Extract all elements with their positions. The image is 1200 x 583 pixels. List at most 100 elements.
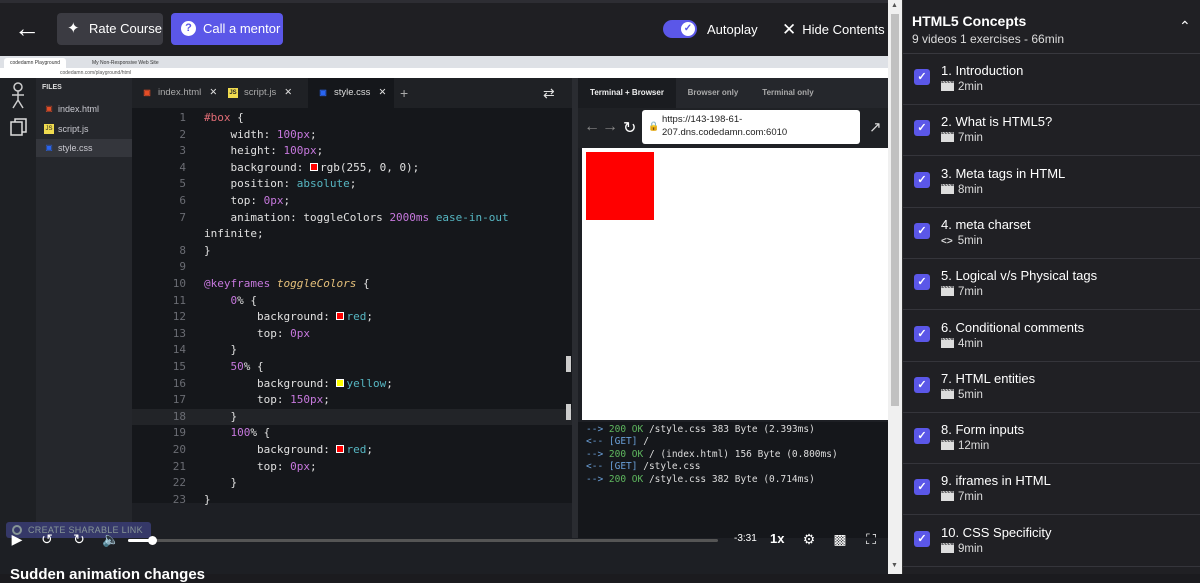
file-item-script-js[interactable]: JS script.js [36,120,132,138]
code-line[interactable]: 1 #box { [132,110,572,127]
volume-icon[interactable]: 🔈 [100,528,122,550]
code-editor[interactable]: 1 #box {2 width: 100px; 3 height: 100px; 4 … [132,108,572,506]
scroll-down-icon[interactable]: ▼ [891,562,898,569]
call-mentor-button[interactable]: ? Call a mentor [171,13,283,45]
files-icon[interactable] [10,118,28,136]
seek-thumb[interactable] [147,536,157,545]
forward-arrow-icon[interactable]: → [602,118,618,136]
code-line[interactable]: 6 top: 0px; [132,193,572,210]
file-item-style-css[interactable]: ▣ style.css [36,139,132,157]
tab-label: index.html [158,87,202,98]
code-line[interactable]: 10 @keyframes toggleColors { [132,276,572,293]
playback-speed-button[interactable]: 1x [770,531,784,546]
lesson-title: 10. CSS Specificity [941,524,1052,540]
code-line[interactable]: 4 background: rgb(255, 0, 0); [132,160,572,177]
code-text: infinite; [204,227,264,241]
lesson-item[interactable]: ✓ 7. HTML entities 5min [903,362,1200,413]
tab-script-js[interactable]: JS script.js ✕ [218,78,308,108]
picture-in-picture-icon[interactable]: ▩ [829,528,851,550]
completed-checkbox[interactable]: ✓ [914,222,930,239]
lesson-title: 6. Conditional comments [941,319,1085,335]
code-line[interactable]: 9 [132,259,572,276]
completed-checkbox[interactable]: ✓ [914,428,930,445]
open-external-icon[interactable]: ↗ [869,118,882,136]
code-line[interactable]: 16 background: yellow; [132,376,572,393]
code-line[interactable]: 20 background: red; [132,442,572,459]
browser-preview[interactable] [582,148,888,420]
code-line[interactable]: 15 50% { [132,359,572,376]
settings-icon[interactable]: ⚙ [798,528,820,550]
code-line[interactable]: 14 } [132,342,572,359]
code-text: top: 0px; [204,459,317,473]
video-frame[interactable]: codedamn Playground My Non-Responsive We… [0,56,888,574]
completed-checkbox[interactable]: ✓ [914,120,930,137]
code-line[interactable]: 13 top: 0px [132,326,572,343]
completed-checkbox[interactable]: ✓ [914,171,930,188]
code-text: background: red; [204,310,373,324]
back-arrow-icon[interactable]: ← [12,13,42,43]
lesson-item[interactable]: ✓ 4. meta charset <> 5min [903,208,1200,259]
close-icon[interactable]: ✕ [284,87,292,98]
code-line[interactable]: 18 } [132,408,572,426]
code-line[interactable]: 19 100% { [132,425,572,442]
seek-bar[interactable] [128,536,718,545]
code-text: animation: toggleColors 2000ms ease-in-o… [204,210,509,224]
lesson-item[interactable]: ✓ 9. iframes in HTML 7min [903,464,1200,516]
file-item-index-html[interactable]: ▣ index.html [36,100,132,118]
tab-terminal-browser[interactable]: Terminal + Browser [578,78,676,108]
code-line[interactable]: 2 width: 100px; [132,127,572,144]
hide-contents-button[interactable]: ✕ Hide Contents [782,16,885,44]
tab-browser-only[interactable]: Browser only [676,78,750,108]
new-tab-icon[interactable]: + [394,78,420,108]
chevron-up-icon[interactable]: ⌃ [1179,18,1191,35]
completed-checkbox[interactable]: ✓ [914,325,930,342]
fullscreen-icon[interactable]: ⛶ [860,528,882,550]
code-line[interactable]: 21 top: 0px; [132,459,572,476]
scroll-up-icon[interactable]: ▲ [891,2,898,9]
tab-style-css[interactable]: ▣ style.css ✕ [308,78,394,108]
completed-checkbox[interactable]: ✓ [914,376,930,393]
code-text: } [204,492,211,506]
code-line[interactable]: 11 0% { [132,293,572,310]
code-line[interactable]: 23} [132,492,572,509]
completed-checkbox[interactable]: ✓ [914,274,930,291]
code-line[interactable]: 17 top: 150px; [132,392,572,409]
lesson-item[interactable]: ✓ 3. Meta tags in HTML 8min [903,157,1200,208]
code-line[interactable]: infinite; [132,226,572,243]
completed-checkbox[interactable]: ✓ [914,69,930,85]
code-line[interactable]: 7 animation: toggleColors 2000ms ease-in… [132,210,572,227]
rewind-icon[interactable]: ↺ [36,528,58,550]
wrap-lines-icon[interactable]: ⇄ [537,78,567,108]
lesson-item[interactable]: ✓ 5. Logical v/s Physical tags 7min [903,259,1200,311]
page-scrollbar[interactable]: ▲ ▼ [888,0,902,574]
reload-icon[interactable]: ↻ [623,118,636,138]
code-line[interactable]: 8} [132,243,572,260]
lesson-item[interactable]: ✓ 1. Introduction 2min [903,54,1200,105]
lesson-item[interactable]: ✓ 2. What is HTML5? 7min [903,105,1200,157]
tab-index-html[interactable]: ▣ index.html ✕ [132,78,218,108]
completed-checkbox[interactable]: ✓ [914,530,930,547]
code-line[interactable]: 5 position: absolute; [132,176,572,193]
forward-icon[interactable]: ↻ [68,528,90,550]
file-explorer: FILES ▣ index.html JS script.js ▣ style.… [36,78,132,538]
code-line[interactable]: 22 } [132,475,572,492]
line-number: 1 [179,111,186,124]
code-line[interactable]: 3 height: 100px; [132,143,572,160]
lesson-item[interactable]: ✓ 8. Form inputs 12min [903,413,1200,465]
code-line[interactable]: 12 background: red; [132,309,572,326]
person-icon[interactable] [8,82,28,110]
back-arrow-icon[interactable]: ← [584,118,600,136]
autoplay-toggle[interactable]: ✓ [663,20,697,38]
play-icon[interactable]: ▶ [6,528,28,550]
preview-url-field[interactable]: 🔒 https://143-198-61-207.dns.codedamn.co… [642,110,860,144]
lesson-item[interactable]: ✓ 10. CSS Specificity 9min [903,516,1200,567]
close-icon[interactable]: ✕ [209,87,217,98]
file-name: index.html [58,104,100,114]
scrollbar-thumb[interactable] [891,14,899,406]
rate-course-button[interactable]: ✦ Rate Course [57,13,163,45]
lesson-duration: 2min [940,80,983,93]
tab-terminal-only[interactable]: Terminal only [750,78,826,108]
close-icon[interactable]: ✕ [378,87,386,98]
completed-checkbox[interactable]: ✓ [914,479,930,496]
lesson-item[interactable]: ✓ 6. Conditional comments 4min [903,311,1200,362]
